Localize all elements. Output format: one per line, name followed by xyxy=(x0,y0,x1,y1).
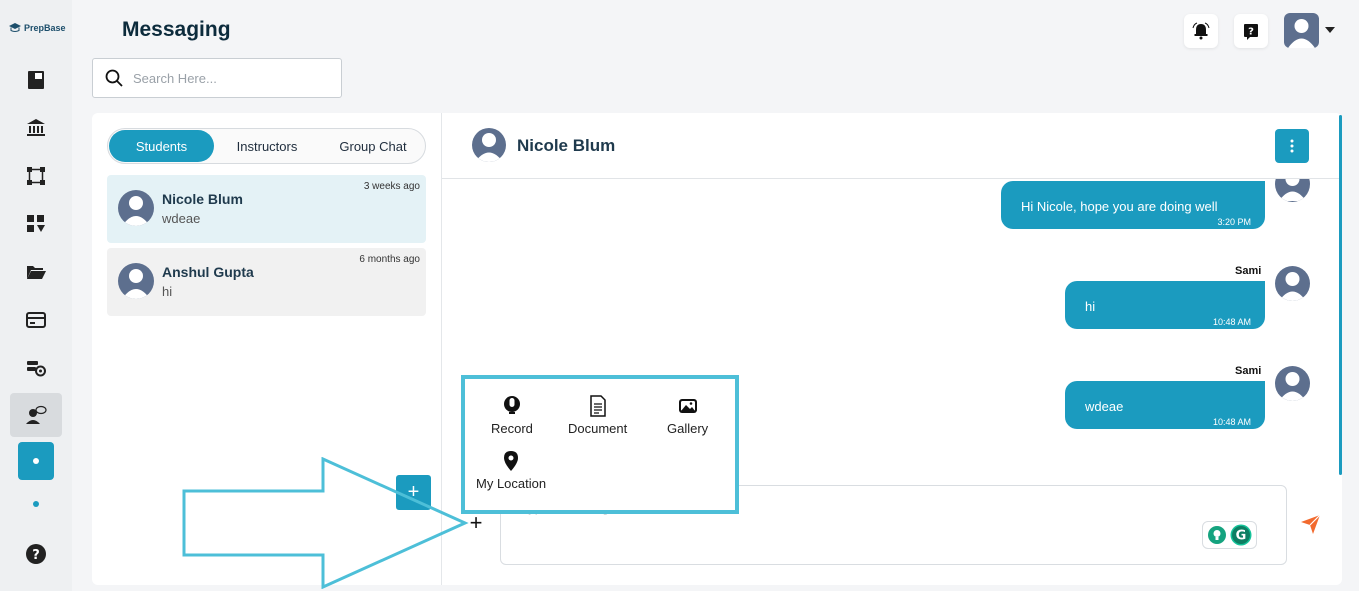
user-silhouette-icon xyxy=(1279,372,1306,401)
attach-record-option[interactable]: Record xyxy=(491,395,533,436)
conversation-item[interactable]: Anshul Gupta hi 6 months ago xyxy=(107,248,426,316)
attach-option-label: Gallery xyxy=(667,421,709,436)
search-icon xyxy=(105,69,123,87)
user-silhouette-icon xyxy=(475,133,503,162)
conversation-item[interactable]: Nicole Blum wdeae 3 weeks ago xyxy=(107,175,426,243)
tab-group-chat[interactable]: Group Chat xyxy=(320,130,426,162)
rail-item-settings-data[interactable] xyxy=(20,352,52,384)
svg-text:?: ? xyxy=(1248,27,1254,38)
conversation-preview: hi xyxy=(162,284,173,299)
bell-icon xyxy=(1192,22,1210,40)
rail-dot[interactable] xyxy=(33,501,39,507)
microphone-icon xyxy=(503,396,520,414)
search-box[interactable] xyxy=(92,58,342,98)
conversation-name: Anshul Gupta xyxy=(162,264,254,280)
user-silhouette-icon xyxy=(1279,272,1306,301)
rail-item-messaging[interactable] xyxy=(10,393,62,437)
message-bubble: hi 10:48 AM xyxy=(1065,281,1265,329)
annotation-arrow xyxy=(182,457,469,589)
message-time: 10:48 AM xyxy=(1212,417,1251,427)
grammarly-icon: G xyxy=(1230,524,1252,546)
rail-item-payments[interactable] xyxy=(20,304,52,336)
attach-option-label: Document xyxy=(568,421,628,436)
workflow-icon xyxy=(27,167,45,185)
rail-item-institution[interactable] xyxy=(20,112,52,144)
message-time: 10:48 AM xyxy=(1212,317,1251,327)
message-text: hi xyxy=(1085,299,1096,314)
attach-option-label: My Location xyxy=(476,476,547,491)
avatar xyxy=(118,263,154,299)
message-text: wdeae xyxy=(1085,399,1124,414)
user-menu-caret[interactable] xyxy=(1325,27,1335,33)
bank-icon xyxy=(27,119,45,136)
chat-contact-avatar xyxy=(472,128,506,162)
graduation-cap-icon xyxy=(9,23,21,32)
attach-document-option[interactable]: Document xyxy=(568,395,627,436)
brand-name: PrepBase xyxy=(24,23,66,33)
help-circle-icon: ? xyxy=(26,544,46,564)
page-title: Messaging xyxy=(122,18,231,41)
user-silhouette-icon xyxy=(1288,19,1315,48)
conversation-name: Nicole Blum xyxy=(162,191,243,207)
database-settings-icon xyxy=(27,361,46,377)
chat-header-divider xyxy=(442,178,1342,179)
conversation-time: 6 months ago xyxy=(359,254,420,265)
grammarly-widget[interactable]: G xyxy=(1202,521,1257,549)
grid-filter-icon xyxy=(27,215,45,232)
notifications-button[interactable] xyxy=(1184,14,1218,48)
left-rail: PrepBase ? xyxy=(0,0,72,591)
rail-item-active-dot[interactable] xyxy=(18,442,54,480)
gallery-icon xyxy=(678,399,697,413)
attach-option-label: Record xyxy=(491,421,533,436)
message-bubble: wdeae 10:48 AM xyxy=(1065,381,1265,429)
message-time: 3:20 PM xyxy=(1217,217,1251,227)
send-icon[interactable] xyxy=(1299,513,1321,535)
location-pin-icon xyxy=(504,451,519,471)
audience-tabs: Students Instructors Group Chat xyxy=(107,128,426,164)
svg-text:?: ? xyxy=(32,548,40,563)
chat-options-button[interactable] xyxy=(1275,129,1309,163)
user-silhouette-icon xyxy=(122,196,150,226)
message-avatar xyxy=(1275,366,1310,401)
user-chat-icon xyxy=(26,405,47,424)
rail-item-layout[interactable] xyxy=(20,208,52,240)
document-icon xyxy=(589,395,606,417)
credit-card-icon xyxy=(26,312,46,328)
rail-item-workflow[interactable] xyxy=(20,160,52,192)
conversation-preview: wdeae xyxy=(162,211,201,226)
attach-gallery-option[interactable]: Gallery xyxy=(667,395,708,436)
question-icon: ? xyxy=(1244,24,1258,40)
search-input[interactable] xyxy=(133,70,333,86)
tab-students[interactable]: Students xyxy=(109,130,214,162)
attach-location-option[interactable]: My Location xyxy=(476,450,546,491)
rail-item-files[interactable] xyxy=(20,256,52,288)
rail-item-help[interactable]: ? xyxy=(20,538,52,570)
tab-instructors[interactable]: Instructors xyxy=(214,130,320,162)
book-icon xyxy=(28,71,44,89)
lightbulb-icon xyxy=(1208,526,1226,544)
rail-item-book[interactable] xyxy=(20,64,52,96)
message-sender: Sami xyxy=(1235,265,1262,277)
more-vertical-icon xyxy=(1290,139,1294,153)
message-avatar xyxy=(1275,266,1310,301)
chat-contact-name: Nicole Blum xyxy=(517,136,616,155)
conversation-time: 3 weeks ago xyxy=(363,181,420,192)
chat-scrollbar[interactable] xyxy=(1339,115,1342,475)
user-silhouette-icon xyxy=(122,269,150,299)
message-sender: Sami xyxy=(1235,365,1262,377)
brand-logo[interactable]: PrepBase xyxy=(8,22,66,34)
user-avatar[interactable] xyxy=(1284,13,1319,48)
svg-text:G: G xyxy=(1236,529,1247,544)
attachment-menu: Record Document Gallery My Location xyxy=(461,375,739,514)
avatar xyxy=(118,190,154,226)
help-button[interactable]: ? xyxy=(1234,14,1268,48)
folder-open-icon xyxy=(27,266,46,279)
message-bubble: Hi Nicole, hope you are doing well 3:20 … xyxy=(1001,181,1265,229)
message-text: Hi Nicole, hope you are doing well xyxy=(1021,199,1218,214)
